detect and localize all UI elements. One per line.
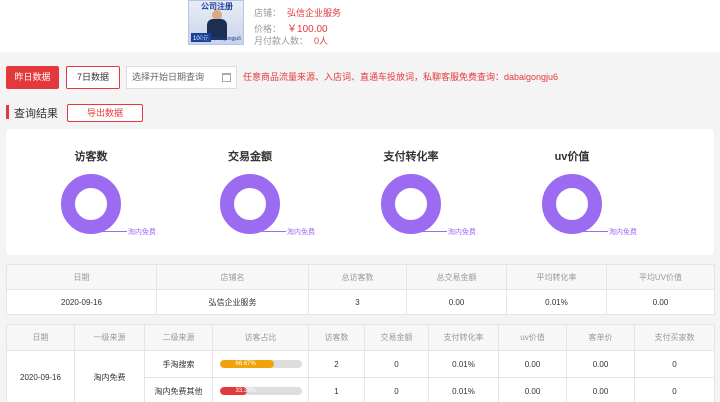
col-total-visitors: 总访客数: [308, 264, 407, 290]
cell-total-visitors: 3: [308, 289, 407, 315]
donut-chart[interactable]: [61, 174, 121, 234]
legend-leader-line: [423, 231, 447, 232]
col-visitors: 访客数: [308, 324, 365, 351]
section-marker: [6, 105, 9, 119]
seven-day-data-button[interactable]: 7日数据: [66, 66, 120, 89]
ratio-progress-bar: 66.67%: [219, 360, 302, 369]
col-conversion: 支付转化率: [428, 324, 499, 351]
store-row: 店铺： 弘信企业服务: [254, 6, 341, 19]
legend-label: 淘内免费: [609, 229, 637, 236]
table-row: 2020-09-16 淘内免费 手淘搜索 66.67% 2 0 0.01% 0.…: [6, 350, 715, 402]
thumbnail-contact: 客服:dabaigongju6: [199, 36, 241, 42]
col-uv: uv价值: [498, 324, 567, 351]
query-toolbar: 昨日数据 7日数据 选择开始日期查询 任意商品流量来源、入店词、直通车投放词，私…: [0, 62, 720, 94]
cell-date: 2020-09-16: [6, 350, 75, 402]
cell-visitors: 2: [308, 350, 365, 378]
export-data-button[interactable]: 导出数据: [67, 104, 143, 122]
detail-header-row: 日期 一级来源 二级来源 访客占比 访客数 交易金额 支付转化率 uv价值 客单…: [6, 324, 715, 351]
metric-conversion: 支付转化率 淘内免费: [331, 129, 491, 255]
metrics-card: 访客数 淘内免费 交易金额 淘内免费 支付转化率 淘内免费 uv价值 淘内免费: [6, 129, 714, 255]
legend-label: 淘内免费: [128, 229, 156, 236]
monthly-value: 0人: [314, 36, 329, 46]
col-primary-source: 一级来源: [74, 324, 145, 351]
col-date: 日期: [6, 324, 75, 351]
legend-leader-line: [262, 231, 286, 232]
col-unit-price: 客单价: [566, 324, 635, 351]
metric-label: 支付转化率: [383, 151, 439, 163]
product-thumbnail[interactable]: 公司注册 100元 客服:dabaigongju6: [188, 0, 244, 45]
cell-amount: 0: [364, 350, 429, 378]
cell-uv: 0.00: [498, 377, 567, 402]
cell-visitor-ratio: 66.67%: [212, 350, 309, 378]
ratio-text: 66.67%: [235, 361, 256, 368]
cell-unit-price: 0.00: [566, 350, 635, 378]
metric-label: 访客数: [74, 151, 108, 163]
metric-uv-value: uv价值 淘内免费: [492, 129, 652, 255]
cell-total-amount: 0.00: [406, 289, 507, 315]
cell-visitor-ratio: 33.33%: [212, 377, 309, 402]
results-title: 查询结果: [14, 108, 58, 120]
col-buyers: 支付买家数: [634, 324, 715, 351]
metric-amount: 交易金额 淘内免费: [170, 129, 330, 255]
ratio-progress-bar: 33.33%: [219, 387, 302, 396]
col-avg-uv: 平均UV价值: [606, 264, 715, 290]
donut-chart[interactable]: [542, 174, 602, 234]
legend-leader-line: [584, 231, 608, 232]
date-placeholder: 选择开始日期查询: [132, 72, 205, 82]
cell-conversion: 0.01%: [428, 377, 499, 402]
calendar-icon[interactable]: [222, 73, 231, 82]
cell-date: 2020-09-16: [6, 289, 157, 315]
donut-chart[interactable]: [220, 174, 280, 234]
cell-uv: 0.00: [498, 350, 567, 378]
results-header: 查询结果 导出数据: [0, 101, 720, 125]
table-row: 2020-09-16 弘信企业服务 3 0.00 0.01% 0.00: [6, 289, 715, 315]
cell-secondary-source: 淘内免费其他: [144, 377, 213, 402]
col-total-amount: 总交易金额: [406, 264, 507, 290]
summary-table: 日期 店铺名 总访客数 总交易金额 平均转化率 平均UV价值 2020-09-1…: [6, 264, 715, 315]
donut-chart[interactable]: [381, 174, 441, 234]
metric-label: 交易金额: [228, 151, 272, 163]
cell-amount: 0: [364, 377, 429, 402]
monthly-label: 月付款人数：: [254, 36, 309, 46]
col-secondary-source: 二级来源: [144, 324, 213, 351]
metric-label: uv价值: [554, 151, 590, 163]
yesterday-data-button[interactable]: 昨日数据: [6, 66, 59, 89]
metric-visitors: 访客数 淘内免费: [11, 129, 171, 255]
price-row: 价格： ￥100.00: [254, 20, 328, 35]
store-value: 弘信企业服务: [287, 8, 342, 18]
cell-unit-price: 0.00: [566, 377, 635, 402]
cell-secondary-source: 手淘搜索: [144, 350, 213, 378]
price-label: 价格：: [254, 24, 282, 34]
promo-text: 任意商品流量来源、入店词、直通车投放词，私聊客服免费查询：dabaigongju…: [243, 72, 559, 82]
summary-header-row: 日期 店铺名 总访客数 总交易金额 平均转化率 平均UV价值: [6, 264, 715, 290]
cell-buyers: 0: [634, 350, 715, 378]
legend-label: 淘内免费: [287, 229, 315, 236]
cell-avg-conversion: 0.01%: [506, 289, 607, 315]
col-store: 店铺名: [156, 264, 309, 290]
cell-avg-uv: 0.00: [606, 289, 715, 315]
shop-header: 公司注册 100元 客服:dabaigongju6 店铺： 弘信企业服务 价格： ￥…: [0, 0, 720, 52]
store-label: 店铺：: [254, 8, 282, 18]
legend-label: 淘内免费: [448, 229, 476, 236]
cell-visitors: 1: [308, 377, 365, 402]
cell-buyers: 0: [634, 377, 715, 402]
col-avg-conversion: 平均转化率: [506, 264, 607, 290]
cell-conversion: 0.01%: [428, 350, 499, 378]
col-date: 日期: [6, 264, 157, 290]
col-amount: 交易金额: [364, 324, 429, 351]
legend-leader-line: [103, 231, 127, 232]
col-visitor-ratio: 访客占比: [212, 324, 309, 351]
cell-store: 弘信企业服务: [156, 289, 309, 315]
cell-primary-source: 淘内免费: [74, 350, 145, 402]
start-date-input[interactable]: 选择开始日期查询: [126, 66, 237, 89]
ratio-text: 33.33%: [235, 388, 256, 395]
source-detail-table: 日期 一级来源 二级来源 访客占比 访客数 交易金额 支付转化率 uv价值 客单…: [6, 324, 715, 402]
monthly-row: 月付款人数： 0人: [254, 34, 328, 47]
